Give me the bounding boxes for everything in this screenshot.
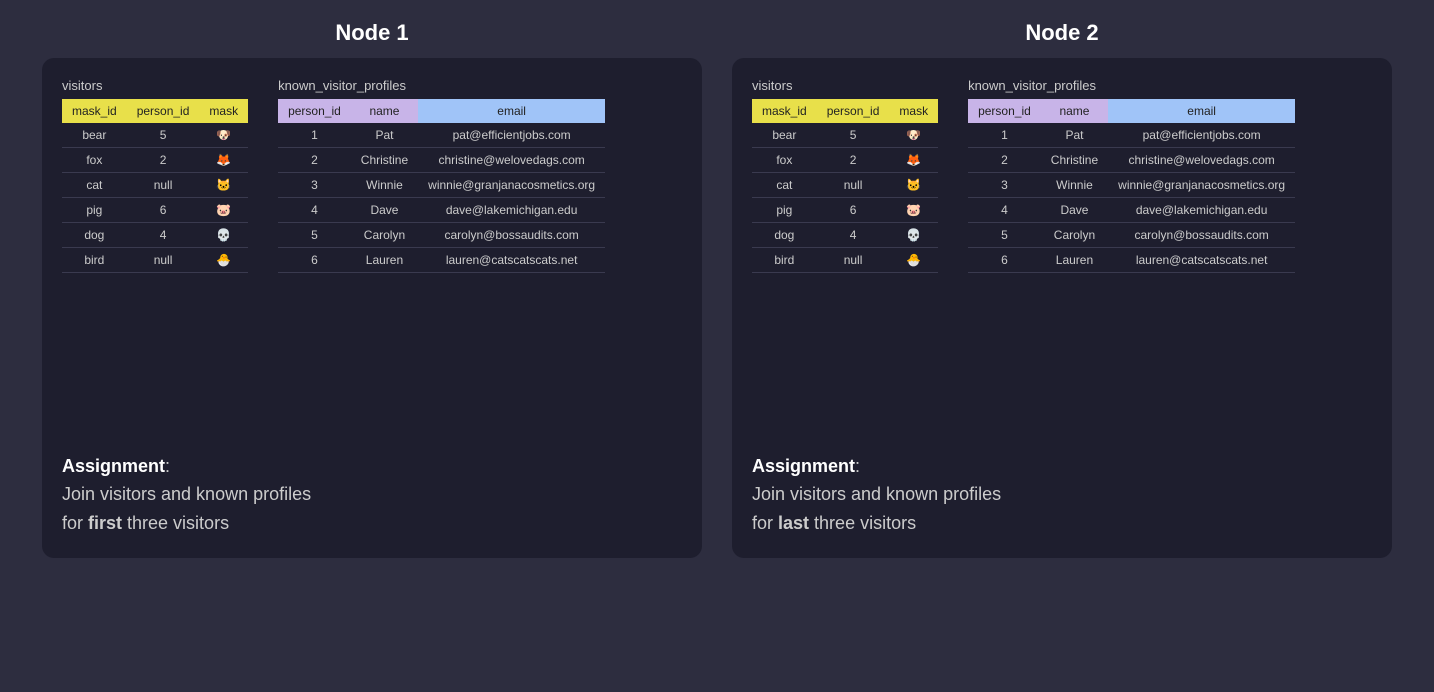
known-header-1-0: person_id [278,99,351,123]
known-header-1-2: email [418,99,605,123]
visitors-header-1-0: mask_id [62,99,127,123]
table-row: 6Laurenlauren@catscatscats.net [278,248,605,273]
table-row: 4Davedave@lakemichigan.edu [278,198,605,223]
known-header-1-1: name [351,99,418,123]
visitors-header-1-2: mask [199,99,248,123]
visitors-header-2-1: person_id [817,99,890,123]
assignment-colon: : [855,456,860,476]
assignment-area-2: Assignment:Join visitors and known profi… [752,422,1372,538]
table-row: pig6🐷 [752,198,938,223]
assignment-highlight-2: last [778,513,809,533]
node-title-2: Node 2 [1025,20,1098,46]
known-header-2-0: person_id [968,99,1041,123]
table-row: bear5🐶 [752,123,938,148]
table-row: 6Laurenlauren@catscatscats.net [968,248,1295,273]
visitors-table-1: mask_idperson_idmaskbear5🐶fox2🦊catnull🐱p… [62,99,248,273]
assignment-text-1: Assignment:Join visitors and known profi… [62,452,682,538]
table-row: birdnull🐣 [62,248,248,273]
visitors-table-wrap-2: visitors mask_idperson_idmaskbear5🐶fox2🦊c… [752,78,938,273]
tables-area-2: visitorsmask_idperson_idmaskbear5🐶fox2🦊c… [752,78,1372,273]
table-row: 2Christinechristine@welovedags.com [278,148,605,173]
assignment-text-2: Assignment:Join visitors and known profi… [752,452,1372,538]
assignment-label: Assignment [62,456,165,476]
assignment-colon: : [165,456,170,476]
visitors-table-2: mask_idperson_idmaskbear5🐶fox2🦊catnull🐱p… [752,99,938,273]
visitors-header-1-1: person_id [127,99,200,123]
assignment-highlight-1: first [88,513,122,533]
known-table-wrap-2: known_visitor_profiles person_idnameemail… [968,78,1295,273]
tables-area-1: visitorsmask_idperson_idmaskbear5🐶fox2🦊c… [62,78,682,273]
table-row: catnull🐱 [752,173,938,198]
node-section-1: Node 1visitorsmask_idperson_idmaskbear5🐶… [42,20,702,558]
known-table-1: person_idnameemail1Patpat@efficientjobs.… [278,99,605,273]
table-row: 3Winniewinnie@granjanacosmetics.org [278,173,605,198]
known-label-2: known_visitor_profiles [968,78,1295,93]
known-header-2-1: name [1041,99,1108,123]
table-row: dog4💀 [62,223,248,248]
assignment-label: Assignment [752,456,855,476]
known-label-1: known_visitor_profiles [278,78,605,93]
visitors-label-1: visitors [62,78,248,93]
visitors-table-wrap-1: visitors mask_idperson_idmaskbear5🐶fox2🦊c… [62,78,248,273]
known-header-2-2: email [1108,99,1295,123]
table-row: 5Carolyncarolyn@bossaudits.com [968,223,1295,248]
table-row: 5Carolyncarolyn@bossaudits.com [278,223,605,248]
known-table-wrap-1: known_visitor_profiles person_idnameemail… [278,78,605,273]
table-row: 3Winniewinnie@granjanacosmetics.org [968,173,1295,198]
visitors-label-2: visitors [752,78,938,93]
table-row: 1Patpat@efficientjobs.com [968,123,1295,148]
node-card-1: visitorsmask_idperson_idmaskbear5🐶fox2🦊c… [42,58,702,558]
table-row: pig6🐷 [62,198,248,223]
visitors-header-2-0: mask_id [752,99,817,123]
visitors-header-2-2: mask [889,99,938,123]
table-row: 1Patpat@efficientjobs.com [278,123,605,148]
nodes-container: Node 1visitorsmask_idperson_idmaskbear5🐶… [20,20,1414,558]
table-row: 2Christinechristine@welovedags.com [968,148,1295,173]
node-section-2: Node 2visitorsmask_idperson_idmaskbear5🐶… [732,20,1392,558]
assignment-area-1: Assignment:Join visitors and known profi… [62,422,682,538]
known-table-2: person_idnameemail1Patpat@efficientjobs.… [968,99,1295,273]
table-row: bear5🐶 [62,123,248,148]
table-row: birdnull🐣 [752,248,938,273]
table-row: catnull🐱 [62,173,248,198]
node-title-1: Node 1 [335,20,408,46]
node-card-2: visitorsmask_idperson_idmaskbear5🐶fox2🦊c… [732,58,1392,558]
table-row: 4Davedave@lakemichigan.edu [968,198,1295,223]
table-row: fox2🦊 [752,148,938,173]
table-row: dog4💀 [752,223,938,248]
table-row: fox2🦊 [62,148,248,173]
